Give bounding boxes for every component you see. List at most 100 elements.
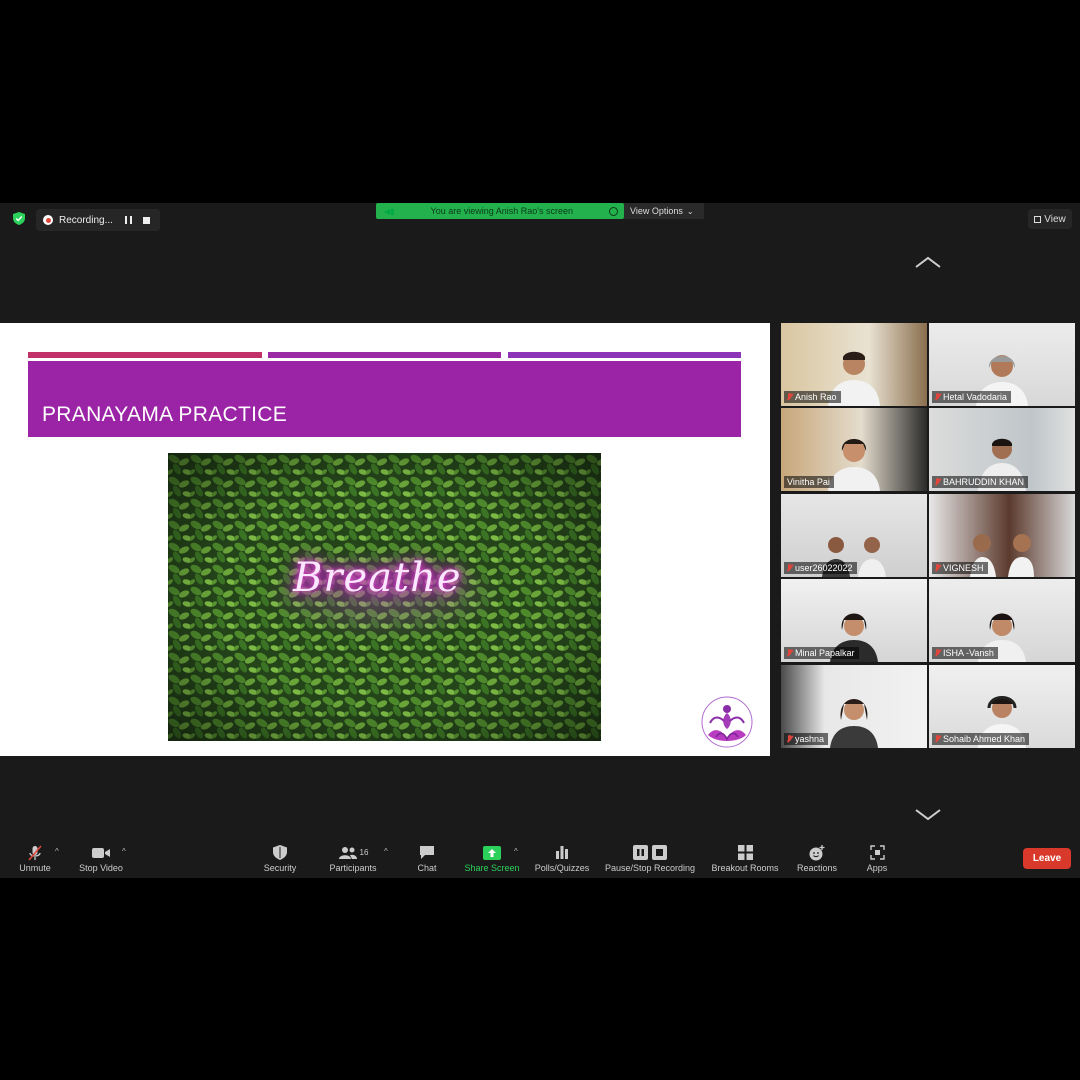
security-shield-icon: [273, 845, 287, 860]
viewing-screen-banner: ◀▮ You are viewing Anish Rao's screen: [376, 203, 624, 219]
participant-name: Sohaib Ahmed Khan: [943, 734, 1026, 744]
participant-video: [830, 699, 878, 748]
speaker-icon: ◀▮: [384, 206, 395, 216]
view-options-label: View Options: [630, 206, 683, 216]
chat-button[interactable]: Chat: [412, 844, 442, 876]
breakout-rooms-label: Breakout Rooms: [711, 863, 779, 873]
scroll-up-chevron-icon[interactable]: [914, 255, 942, 269]
participant-tile[interactable]: Hetal Vadodaria: [929, 323, 1075, 406]
share-screen-arrow-icon: [483, 845, 501, 860]
participant-name-tag: VIGNESH: [932, 562, 988, 574]
polls-quizzes-label: Polls/Quizzes: [534, 863, 590, 873]
stop-recording-button[interactable]: [141, 215, 151, 225]
apps-button[interactable]: Apps: [862, 844, 892, 876]
participant-tile[interactable]: BAHRUDDIN KHAN: [929, 408, 1075, 491]
mic-muted-icon: [787, 649, 792, 657]
participant-name: user26022022: [795, 563, 853, 573]
participant-name-tag: Minal Papalkar: [784, 647, 859, 659]
breakout-rooms-button[interactable]: Breakout Rooms: [709, 844, 781, 876]
participant-name: Minal Papalkar: [795, 648, 855, 658]
share-screen-button[interactable]: Share Screen: [462, 844, 522, 876]
participant-name: BAHRUDDIN KHAN: [943, 477, 1025, 487]
chevron-down-icon: ⌄: [686, 206, 694, 216]
participant-name: Vinitha Pai: [787, 477, 830, 487]
security-button[interactable]: Security: [260, 844, 300, 876]
security-shield-icon[interactable]: [13, 212, 25, 225]
security-label: Security: [263, 863, 297, 873]
view-options-button[interactable]: View Options ⌄: [624, 203, 704, 219]
mic-muted-icon: [935, 649, 940, 657]
video-options-caret-icon[interactable]: ^: [122, 847, 130, 856]
leave-button[interactable]: Leave: [1023, 848, 1071, 869]
participant-tile-active-speaker[interactable]: Vinitha Pai: [781, 408, 927, 491]
slide-title-band: PRANAYAMA PRACTICE: [28, 361, 741, 437]
view-label: View: [1044, 213, 1066, 225]
audio-options-caret-icon[interactable]: ^: [55, 847, 63, 856]
recording-indicator: Recording...: [36, 209, 160, 231]
participant-tile[interactable]: VIGNESH: [929, 494, 1075, 577]
slide-stripe: [508, 352, 741, 358]
viewing-screen-text: You are viewing Anish Rao's screen: [430, 206, 574, 216]
participant-name-tag: BAHRUDDIN KHAN: [932, 476, 1029, 488]
participants-options-caret-icon[interactable]: ^: [384, 847, 392, 856]
participant-tile[interactable]: Minal Papalkar: [781, 579, 927, 662]
pause-stop-recording-label: Pause/Stop Recording: [604, 863, 696, 873]
participant-name-tag: Hetal Vadodaria: [932, 391, 1011, 403]
mic-muted-icon: [787, 564, 792, 572]
participant-name-tag: ISHA -Vansh: [932, 647, 998, 659]
polls-bar-chart-icon: [556, 846, 568, 859]
view-button[interactable]: View: [1028, 209, 1072, 229]
reactions-smiley-icon: [809, 844, 825, 860]
zoom-window: Recording... ◀▮ You are viewing Anish Ra…: [0, 203, 1080, 878]
reactions-button[interactable]: Reactions: [794, 844, 840, 876]
chat-label: Chat: [417, 863, 437, 873]
pause-stop-recording-button[interactable]: Pause/Stop Recording: [602, 844, 698, 876]
participant-tile[interactable]: Anish Rao: [781, 323, 927, 406]
breakout-rooms-grid-icon: [737, 845, 753, 860]
reactions-label: Reactions: [796, 863, 838, 873]
stop-video-label: Stop Video: [79, 863, 123, 873]
stop-video-button[interactable]: Stop Video: [76, 844, 126, 876]
unmute-label: Unmute: [19, 863, 51, 873]
participants-label: Participants: [329, 863, 377, 873]
participant-name: Hetal Vadodaria: [943, 392, 1007, 402]
polls-quizzes-button[interactable]: Polls/Quizzes: [532, 844, 592, 876]
share-options-caret-icon[interactable]: ^: [514, 847, 522, 856]
shared-screen-slide: PRANAYAMA PRACTICE Breathe: [0, 323, 770, 756]
breathe-neon-image: Breathe: [168, 453, 601, 741]
slide-stripe: [268, 352, 501, 358]
apps-icon: [869, 845, 885, 860]
participant-name: ISHA -Vansh: [943, 648, 994, 658]
participant-name-tag: Anish Rao: [784, 391, 841, 403]
grid-view-icon: [1034, 215, 1042, 223]
participant-tile[interactable]: Sohaib Ahmed Khan: [929, 665, 1075, 748]
mic-muted-icon: [935, 393, 940, 401]
participant-tile[interactable]: ISHA -Vansh: [929, 579, 1075, 662]
microphone-muted-icon: [28, 844, 42, 861]
pause-recording-button[interactable]: [123, 215, 133, 225]
participants-icon: [338, 846, 357, 859]
recording-dot-icon: [43, 215, 53, 225]
pause-stop-recording-icon: [633, 845, 667, 860]
mic-muted-icon: [787, 735, 792, 743]
unmute-button[interactable]: Unmute: [16, 844, 54, 876]
participant-count: 16: [359, 848, 369, 857]
breathe-neon-text: Breathe: [293, 555, 462, 601]
participant-tile[interactable]: yashna: [781, 665, 927, 748]
video-camera-icon: [92, 847, 110, 858]
participant-name: VIGNESH: [943, 563, 984, 573]
pause-icon: [124, 216, 132, 224]
share-screen-label: Share Screen: [464, 863, 520, 873]
participant-tile[interactable]: user26022022: [781, 494, 927, 577]
yoga-lotus-logo: [701, 696, 753, 748]
mic-muted-icon: [935, 564, 940, 572]
scroll-down-chevron-icon[interactable]: [914, 808, 942, 822]
apps-label: Apps: [866, 863, 888, 873]
mic-muted-icon: [935, 478, 940, 486]
mic-muted-icon: [935, 735, 940, 743]
stop-icon: [142, 216, 150, 224]
status-circle-icon: [609, 206, 618, 216]
participants-button[interactable]: 16 Participants: [326, 844, 380, 876]
slide-title: PRANAYAMA PRACTICE: [42, 403, 288, 426]
participant-name-tag: user26022022: [784, 562, 857, 574]
